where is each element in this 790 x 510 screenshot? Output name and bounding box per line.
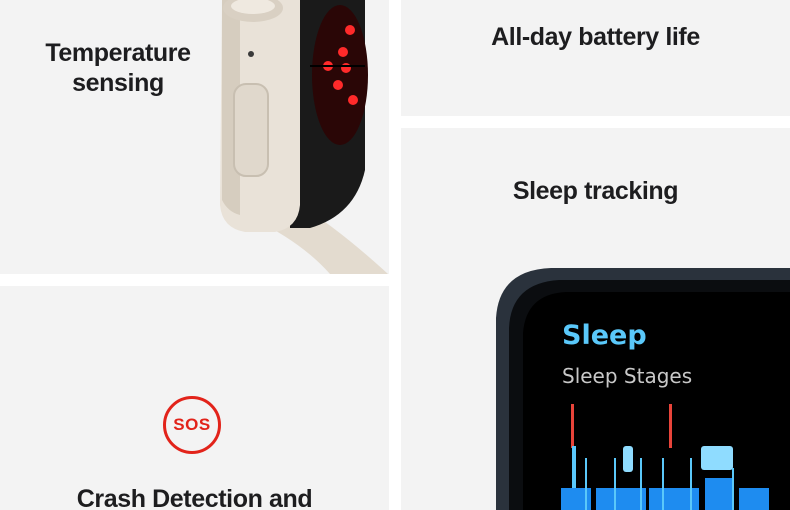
- crash-caption: Crash Detection and: [76, 485, 313, 510]
- sos-icon: SOS: [163, 396, 221, 454]
- temperature-sensing-tile: Temperature sensing: [0, 0, 389, 274]
- watch-side-image: [220, 0, 388, 274]
- battery-caption: All-day battery life: [491, 23, 700, 51]
- sleep-app-subtitle: Sleep Stages: [562, 364, 693, 388]
- battery-tile: All-day battery life: [401, 0, 790, 116]
- sleep-tracking-tile: Sleep tracking Sleep Sleep Stages: [401, 128, 790, 510]
- crash-detection-tile: SOS Crash Detection and: [0, 286, 389, 510]
- sleep-app-title: Sleep: [562, 320, 647, 351]
- watch-screen-image: [496, 268, 790, 510]
